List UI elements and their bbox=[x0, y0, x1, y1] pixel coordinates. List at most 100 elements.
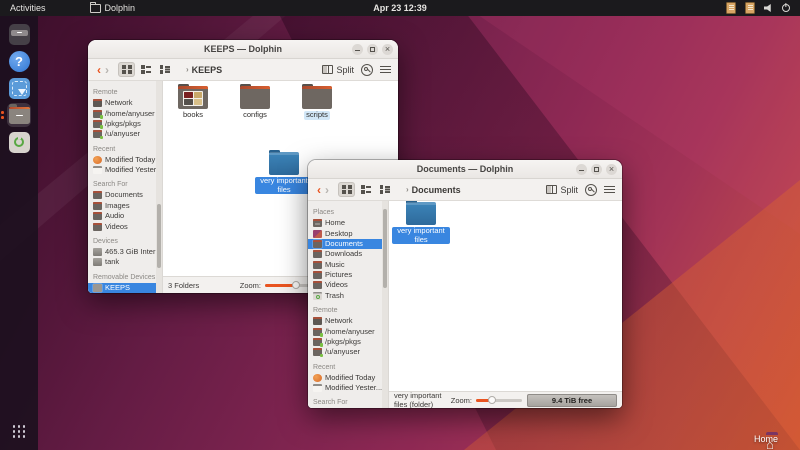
file-item-configs[interactable]: configs bbox=[226, 83, 284, 120]
sidebar-item-trash[interactable]: Trash bbox=[308, 291, 388, 301]
sidebar-item-internal-drive[interactable]: 465.3 GiB Intern... bbox=[88, 247, 162, 257]
sidebar-item-tank[interactable]: tank bbox=[88, 257, 162, 267]
remote-folder-icon bbox=[93, 119, 103, 129]
icons-view-button[interactable] bbox=[118, 62, 135, 77]
hamburger-menu-icon[interactable] bbox=[604, 186, 615, 193]
compact-view-button[interactable] bbox=[137, 62, 154, 77]
sidebar-item-keeps[interactable]: KEEPS bbox=[88, 282, 162, 293]
sidebar-item-home[interactable]: Home bbox=[308, 218, 388, 228]
breadcrumb[interactable]: › KEEPS bbox=[186, 65, 222, 75]
compact-view-icon bbox=[140, 65, 151, 74]
sidebar-scrollbar[interactable] bbox=[382, 201, 388, 408]
file-item-very-important-files[interactable]: very important files bbox=[392, 201, 450, 245]
sidebar-item-home-anyuser[interactable]: /home/anyuser bbox=[308, 326, 388, 337]
search-icon[interactable] bbox=[585, 183, 597, 196]
sidebar-item-downloads[interactable]: Downloads bbox=[308, 249, 388, 259]
volume-icon[interactable] bbox=[764, 4, 771, 12]
hamburger-menu-icon[interactable] bbox=[380, 66, 391, 73]
zoom-slider[interactable] bbox=[476, 395, 522, 404]
folder-view[interactable]: very important files bbox=[389, 201, 622, 391]
clipboard-icon[interactable] bbox=[726, 2, 736, 14]
power-icon[interactable] bbox=[782, 4, 790, 12]
sidebar-item-u-anyuser[interactable]: /u/anyuser bbox=[308, 347, 388, 358]
details-view-button[interactable] bbox=[156, 62, 173, 77]
sidebar-item-u-anyuser[interactable]: /u/anyuser bbox=[88, 129, 162, 140]
compact-view-button[interactable] bbox=[357, 182, 374, 197]
sidebar-item-modified-yesterday[interactable]: Modified Yester... bbox=[308, 383, 388, 393]
sidebar-item-pkgs[interactable]: /pkgs/pkgs bbox=[308, 337, 388, 347]
sidebar-scrollbar[interactable] bbox=[156, 81, 162, 293]
dock-item-help[interactable] bbox=[7, 49, 31, 73]
sidebar-item-label: Videos bbox=[325, 280, 348, 290]
icons-view-icon bbox=[121, 65, 132, 74]
dock-item-files[interactable] bbox=[7, 22, 31, 46]
sidebar-item-desktop[interactable]: Desktop bbox=[308, 228, 388, 238]
minimize-button[interactable] bbox=[352, 43, 363, 55]
sidebar-item-images[interactable]: Images bbox=[88, 201, 162, 211]
search-icon[interactable] bbox=[361, 63, 373, 76]
close-button[interactable] bbox=[382, 43, 393, 55]
desktop-icon-home[interactable]: ⌂ Home bbox=[742, 434, 790, 450]
details-view-button[interactable] bbox=[376, 182, 393, 197]
usb-drive-icon bbox=[93, 283, 102, 292]
calendar-icon bbox=[313, 384, 322, 393]
titlebar[interactable]: Documents — Dolphin bbox=[308, 160, 622, 179]
sidebar-item-documents[interactable]: Documents bbox=[308, 238, 388, 250]
zoom-slider-knob[interactable] bbox=[487, 395, 496, 404]
split-button[interactable]: Split bbox=[322, 65, 354, 75]
clipboard-icon[interactable] bbox=[745, 2, 755, 14]
harddrive-icon bbox=[93, 247, 102, 256]
dock-item-dolphin[interactable] bbox=[1, 103, 31, 127]
icons-view-button[interactable] bbox=[338, 182, 355, 197]
split-button[interactable]: Split bbox=[546, 185, 578, 195]
zoom-slider-knob[interactable] bbox=[291, 280, 300, 289]
section-header-remote: Remote bbox=[93, 89, 118, 96]
icons-view-icon bbox=[341, 185, 352, 194]
sidebar-item-network[interactable]: Network bbox=[88, 98, 162, 108]
dock-item-trash[interactable] bbox=[7, 130, 31, 154]
activities-button[interactable]: Activities bbox=[10, 3, 46, 13]
back-button[interactable]: ‹ bbox=[95, 64, 103, 76]
file-item-scripts[interactable]: scripts bbox=[288, 83, 346, 120]
sidebar-item-label: Audio bbox=[105, 211, 125, 221]
sidebar-item-pkgs[interactable]: /pkgs/pkgs bbox=[88, 119, 162, 129]
breadcrumb[interactable]: › Documents bbox=[406, 185, 461, 195]
forward-button[interactable]: › bbox=[323, 184, 331, 196]
system-tray[interactable] bbox=[726, 2, 800, 14]
sidebar-item-modified-yesterday[interactable]: Modified Yester... bbox=[88, 165, 162, 175]
focused-app-menu[interactable]: Dolphin bbox=[89, 1, 135, 13]
titlebar[interactable]: KEEPS — Dolphin bbox=[88, 40, 398, 59]
app-grid-button[interactable] bbox=[12, 425, 26, 438]
file-label: scripts bbox=[304, 110, 330, 120]
compact-view-icon bbox=[360, 185, 371, 194]
trash-icon bbox=[313, 291, 322, 300]
sidebar-item-label: KEEPS bbox=[105, 282, 131, 292]
close-button[interactable] bbox=[606, 163, 617, 175]
maximize-button[interactable] bbox=[367, 43, 378, 55]
scrollbar-thumb[interactable] bbox=[383, 209, 387, 288]
dolphin-app-icon bbox=[89, 1, 101, 13]
forward-button[interactable]: › bbox=[103, 64, 111, 76]
sidebar-item-documents[interactable]: Documents bbox=[88, 190, 162, 200]
minimize-button[interactable] bbox=[576, 163, 587, 175]
sidebar-item-modified-today[interactable]: Modified Today bbox=[88, 155, 162, 165]
sidebar-item-home-anyuser[interactable]: /home/anyuser bbox=[88, 108, 162, 119]
folder-icon bbox=[313, 250, 322, 259]
sidebar-item-audio[interactable]: Audio bbox=[88, 211, 162, 221]
file-item-very-important-files[interactable]: very important files bbox=[255, 149, 313, 195]
sidebar-item-pictures[interactable]: Pictures bbox=[308, 270, 388, 280]
maximize-button[interactable] bbox=[591, 163, 602, 175]
scrollbar-thumb[interactable] bbox=[157, 203, 161, 268]
sidebar-item-music[interactable]: Music bbox=[308, 260, 388, 270]
back-button[interactable]: ‹ bbox=[315, 184, 323, 196]
sidebar-item-videos[interactable]: Videos bbox=[88, 221, 162, 231]
dock-item-screenshot[interactable] bbox=[7, 76, 31, 100]
sidebar-item-network[interactable]: Network bbox=[308, 316, 388, 326]
folder-icon bbox=[313, 260, 322, 269]
toolbar: ‹ › › KEEPS Split bbox=[88, 59, 398, 81]
sidebar-item-modified-today[interactable]: Modified Today bbox=[308, 373, 388, 383]
file-item-books[interactable]: books bbox=[164, 83, 222, 120]
sidebar-item-videos[interactable]: Videos bbox=[308, 280, 388, 290]
sidebar-item-label: Pictures bbox=[325, 270, 353, 280]
places-panel: Places Home Desktop Documents Downloads … bbox=[308, 201, 389, 408]
